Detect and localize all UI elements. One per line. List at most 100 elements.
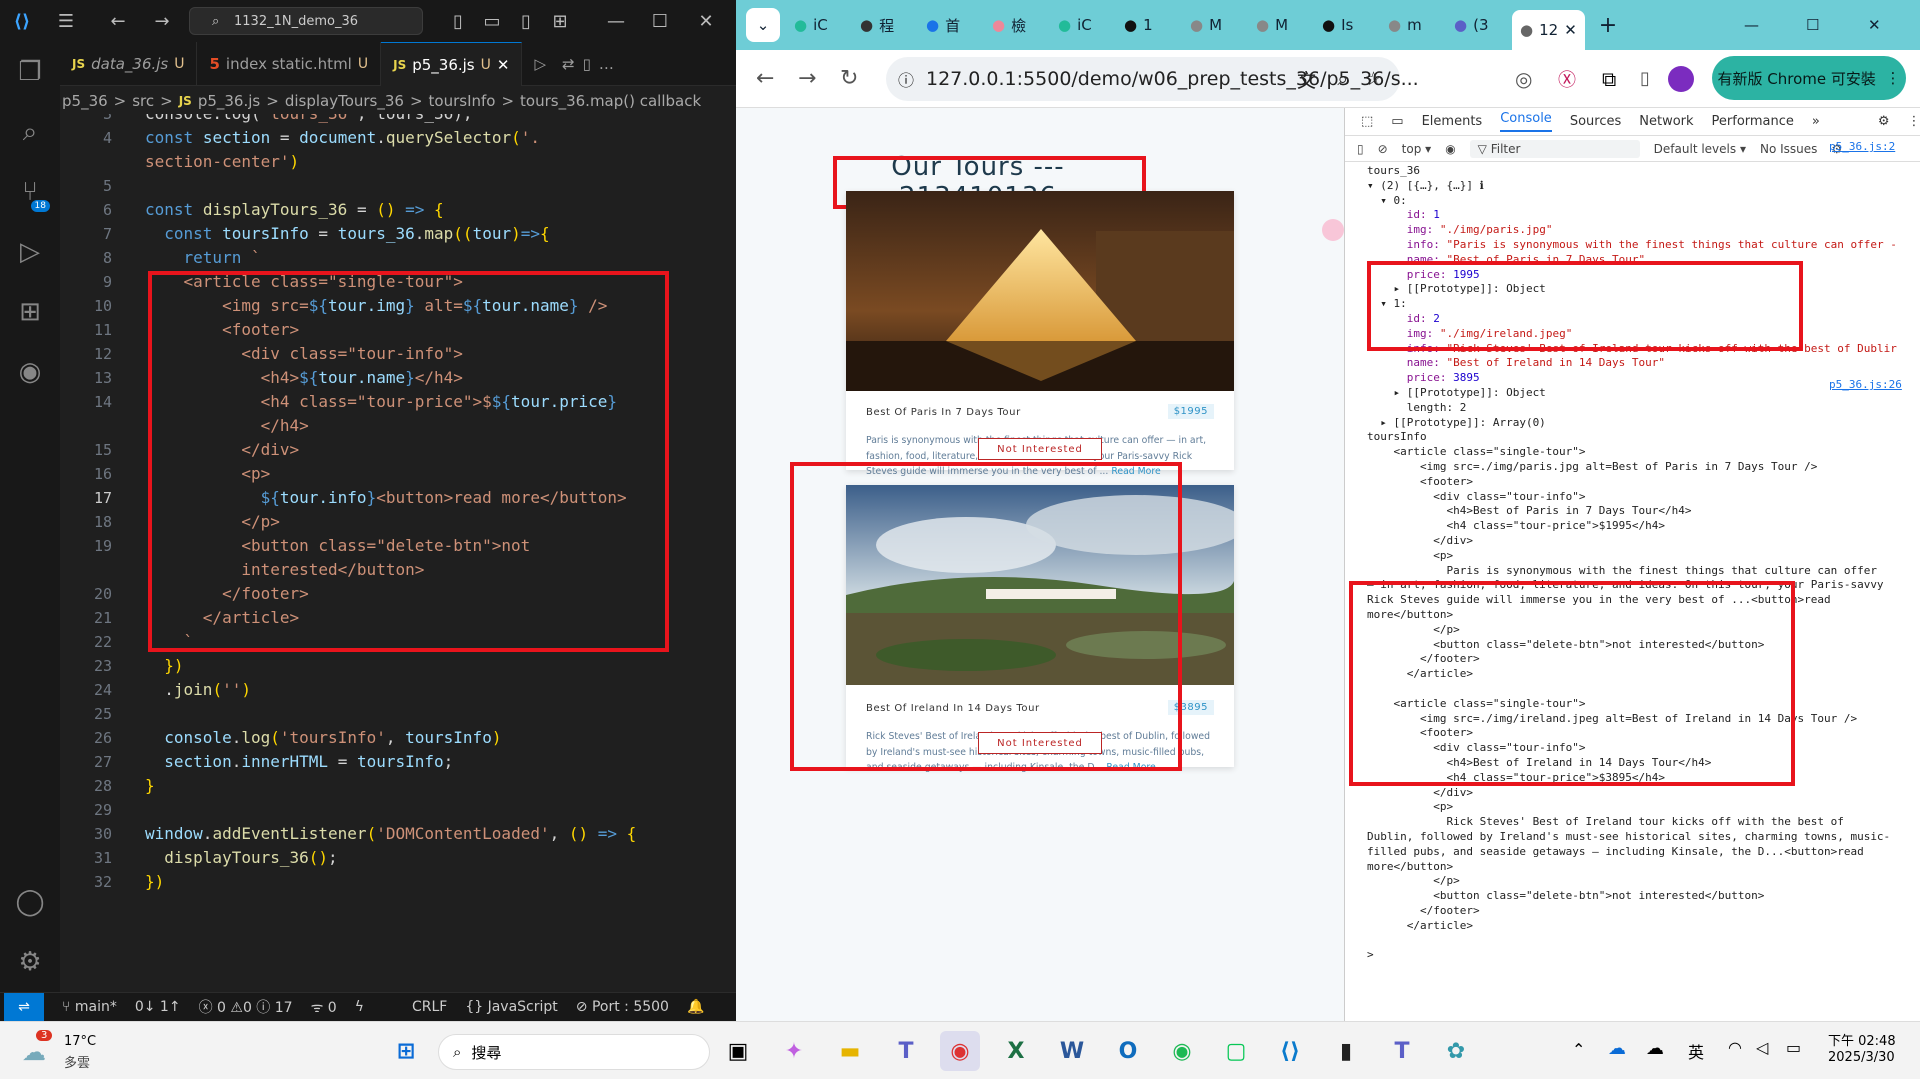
task-view-icon[interactable]: ▣ [718,1031,758,1071]
ports-status[interactable]: ᯤ 0 [311,998,337,1017]
problems-status[interactable]: ⓧ 0 ⚠0 ⓘ 17 [199,997,293,1017]
source-control-icon[interactable]: ⑂ 18 [0,162,60,222]
log-levels-select[interactable]: Default levels ▾ [1654,142,1746,156]
context-select[interactable]: top ▾ [1402,142,1432,156]
run-debug-icon[interactable]: ▷ [0,222,60,282]
browser-tab[interactable]: ● M [1248,8,1308,42]
devtools-settings-icon[interactable]: ⚙ [1878,114,1890,129]
chrome-icon[interactable]: ◉ [940,1031,980,1071]
extensions-icon[interactable]: ⊞ [0,282,60,342]
extensions-puzzle-icon[interactable]: ⧉ [1602,67,1616,91]
live-server-port[interactable]: ⊘ Port : 5500 [576,999,669,1015]
browser-tab[interactable]: ● iC [1050,8,1110,42]
tab-sources[interactable]: Sources [1570,114,1621,129]
devtools-menu-icon[interactable]: ⋮ [1908,114,1920,129]
not-interested-button[interactable]: Not Interested [978,732,1102,754]
console-source-link[interactable]: p5_36.js:2 [1829,140,1895,153]
line-icon[interactable]: ▢ [1216,1031,1256,1071]
copilot-icon[interactable]: ✦ [774,1031,814,1071]
not-interested-button[interactable]: Not Interested [978,438,1102,460]
battery-icon[interactable]: ▭ [1786,1038,1801,1057]
code-editor[interactable]: 3 console.log('tours_36', tours_36); 4 cons… [60,114,730,994]
tab-data-36-js[interactable]: JS data_36.js U [60,42,198,86]
read-more-link[interactable]: Read More [1106,762,1155,773]
page-scroll-handle[interactable] [1322,219,1344,241]
close-window-icon[interactable]: ✕ [1860,8,1920,42]
browser-tab[interactable]: ● Is [1314,8,1374,42]
zoom-icon[interactable]: ⌕ [1337,68,1348,90]
browser-tab[interactable]: ● 首 [918,8,978,42]
tab-elements[interactable]: Elements [1422,114,1483,129]
remote-indicator-icon[interactable]: ⇌ [4,992,44,1022]
browser-tab[interactable]: ● 檢 [984,8,1044,42]
console-sidebar-icon[interactable]: ▯ [1357,142,1364,156]
live-expression-eye-icon[interactable]: ◉ [1445,142,1455,156]
console-filter-input[interactable]: ▽ Filter [1469,139,1640,158]
profile-avatar[interactable] [1668,65,1694,92]
browser-tab[interactable]: ● M [1182,8,1242,42]
teams-icon[interactable]: T [886,1031,926,1071]
console-source-link[interactable]: p5_36.js:26 [1829,378,1902,391]
more-tabs-icon[interactable]: » [1812,114,1820,129]
minimize-icon[interactable]: — [1736,8,1796,42]
vscode-icon[interactable]: ⟨⟩ [1270,1031,1310,1071]
cloud-tray-icon[interactable]: ☁ [1646,1038,1664,1059]
more-actions-icon[interactable]: … [595,42,618,86]
forward-arrow-icon[interactable]: → [140,0,184,42]
excel-icon[interactable]: X [996,1031,1036,1071]
clear-console-icon[interactable]: ⊘ [1378,142,1388,156]
reload-icon[interactable]: ↻ [840,66,858,91]
menu-icon[interactable]: ☰ [44,0,88,42]
issues-count[interactable]: No Issues [1760,142,1817,156]
sidepanel-icon[interactable]: ▯ [1640,68,1650,89]
notifications-bell-icon[interactable]: 🔔 [687,999,704,1015]
explorer-icon[interactable]: ❐ [0,42,60,102]
close-tab-icon[interactable]: ✕ [1564,21,1577,39]
device-toggle-icon[interactable]: ▭ [1391,114,1403,129]
ime-indicator[interactable]: 英 [1688,1039,1704,1063]
remote-explorer-icon[interactable]: ◉ [0,342,60,402]
forward-icon[interactable]: → [798,66,816,91]
maximize-icon[interactable]: ☐ [638,0,682,42]
browser-tab[interactable]: ● 1 [1116,8,1176,42]
onedrive-icon[interactable]: ☁ [1608,1038,1626,1059]
inspect-icon[interactable]: ⬚ [1361,114,1373,129]
teams-2-icon[interactable]: T [1382,1031,1422,1071]
settings-gear-icon[interactable]: ⚙ [0,932,60,992]
site-info-icon[interactable]: ⓘ [898,67,914,91]
wifi-icon[interactable]: ◠ [1728,1038,1742,1057]
tab-p5-36-js[interactable]: JS p5_36.js U ✕ [381,42,523,86]
pinned-app-icon[interactable]: ✿ [1436,1031,1476,1071]
tab-performance[interactable]: Performance [1712,114,1794,129]
sync-status[interactable]: 0↓ 1↑ [135,999,181,1015]
tab-network[interactable]: Network [1639,114,1693,129]
tab-search-icon[interactable]: ⌄ [746,8,780,42]
eol-status[interactable]: CRLF [412,999,447,1015]
minimize-icon[interactable]: — [594,0,638,42]
close-icon[interactable]: ✕ [684,0,728,42]
close-tab-icon[interactable]: ✕ [497,56,510,74]
read-more-link[interactable]: Read More [1111,466,1160,477]
address-bar[interactable]: ⓘ 127.0.0.1:5500/demo/w06_prep_tests_36/… [886,57,1419,101]
browser-tab[interactable]: ● m [1380,8,1440,42]
translate-icon[interactable]: 文 [1297,66,1316,93]
customize-layout-icon[interactable]: ⊞ [538,0,582,42]
command-search-box[interactable]: ⌕ 1132_1N_demo_36 [189,7,423,35]
word-icon[interactable]: W [1052,1031,1092,1071]
update-chrome-button[interactable]: 有新版 Chrome 可安裝 ⋮ [1712,56,1906,100]
clock-time[interactable]: 下午 02:48 [1828,1030,1896,1049]
back-icon[interactable]: ← [756,66,774,91]
terminal-icon[interactable]: ▮ [1326,1031,1366,1071]
file-explorer-icon[interactable]: ▬ [830,1031,870,1071]
clock-date[interactable]: 2025/3/30 [1828,1050,1895,1065]
bookmark-star-icon[interactable]: ☆ [1365,68,1382,90]
extension-icon[interactable]: Ⓧ [1558,66,1576,92]
spotify-icon[interactable]: ◉ [1162,1031,1202,1071]
tab-console[interactable]: Console [1500,111,1552,132]
maximize-icon[interactable]: ☐ [1798,8,1858,42]
back-arrow-icon[interactable]: ← [96,0,140,42]
lightning-icon[interactable]: ϟ [355,999,364,1015]
new-tab-button[interactable]: + [1591,8,1651,42]
tab-index-static-html[interactable]: 5 index static.html U [197,42,382,86]
run-file-icon[interactable]: ▷ [522,42,558,86]
